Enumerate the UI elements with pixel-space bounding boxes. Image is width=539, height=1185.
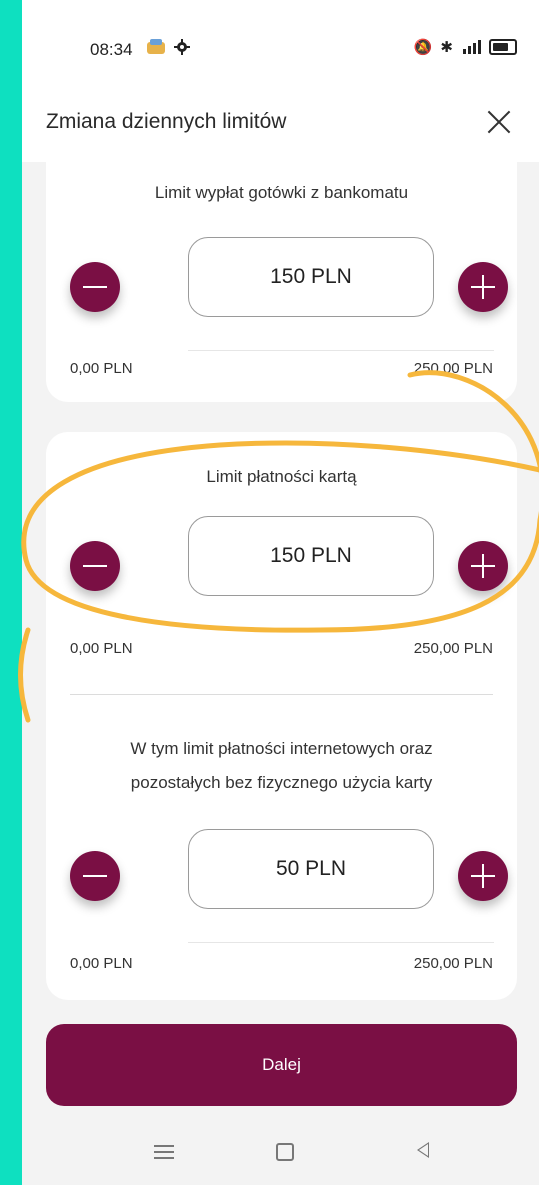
settings-icon [174, 39, 190, 55]
atm-limit-max: 250,00 PLN [413, 360, 493, 377]
notification-icon [147, 39, 165, 54]
card-payment-limit-value[interactable]: 150 PLN [188, 516, 434, 596]
internet-limit-label-line2: pozostałych bez fizycznego użycia karty [130, 773, 433, 792]
system-nav-bar [22, 1125, 539, 1185]
menu-icon[interactable] [154, 1145, 174, 1159]
page-title: Zmiana dziennych limitów [46, 110, 287, 133]
next-button[interactable]: Dalej [46, 1024, 517, 1106]
status-time: 08:34 [90, 40, 133, 59]
mute-icon: 🔕 [413, 39, 433, 56]
minus-icon [83, 286, 107, 288]
atm-limit-card: Limit wypłat gotówki z bankomatu 150 PLN… [46, 162, 517, 402]
section-divider [70, 694, 493, 695]
home-icon[interactable] [276, 1143, 294, 1161]
atm-limit-increase-button[interactable] [458, 262, 508, 312]
internet-limit-label-line1: W tym limit płatności internetowych oraz [130, 739, 433, 758]
internet-limit-max: 250,00 PLN [413, 955, 493, 972]
status-right-icons: 🔕 ✱ [414, 38, 517, 56]
page-header: Zmiana dziennych limitów [22, 90, 539, 162]
atm-limit-min: 0,00 PLN [70, 360, 133, 377]
card-payment-limit-max: 250,00 PLN [413, 640, 493, 657]
back-icon[interactable] [417, 1142, 429, 1158]
card-payment-decrease-button[interactable] [70, 541, 120, 591]
bluetooth-icon: ✱ [440, 39, 453, 56]
internet-limit-value[interactable]: 50 PLN [188, 829, 434, 909]
card-payment-limit-label: Limit płatności kartą [206, 467, 357, 486]
atm-limit-decrease-button[interactable] [70, 262, 120, 312]
battery-icon [489, 39, 517, 55]
minus-icon [83, 875, 107, 877]
card-payment-limit-min: 0,00 PLN [70, 640, 133, 657]
atm-limit-value[interactable]: 150 PLN [188, 237, 434, 317]
signal-icon [463, 40, 481, 54]
internet-limit-divider [188, 942, 494, 943]
close-icon[interactable] [481, 104, 517, 140]
minus-icon [83, 565, 107, 567]
atm-limit-label: Limit wypłat gotówki z bankomatu [154, 183, 409, 202]
card-payment-increase-button[interactable] [458, 541, 508, 591]
phone-screen: 08:34 🔕 ✱ Zmiana dziennych limitów Limit… [22, 0, 539, 1185]
card-payment-limit-card: Limit płatności kartą 150 PLN 0,00 PLN 2… [46, 432, 517, 1000]
internet-limit-min: 0,00 PLN [70, 955, 133, 972]
status-left-icons [146, 38, 190, 56]
internet-limit-decrease-button[interactable] [70, 851, 120, 901]
atm-limit-divider [188, 350, 494, 351]
internet-limit-increase-button[interactable] [458, 851, 508, 901]
